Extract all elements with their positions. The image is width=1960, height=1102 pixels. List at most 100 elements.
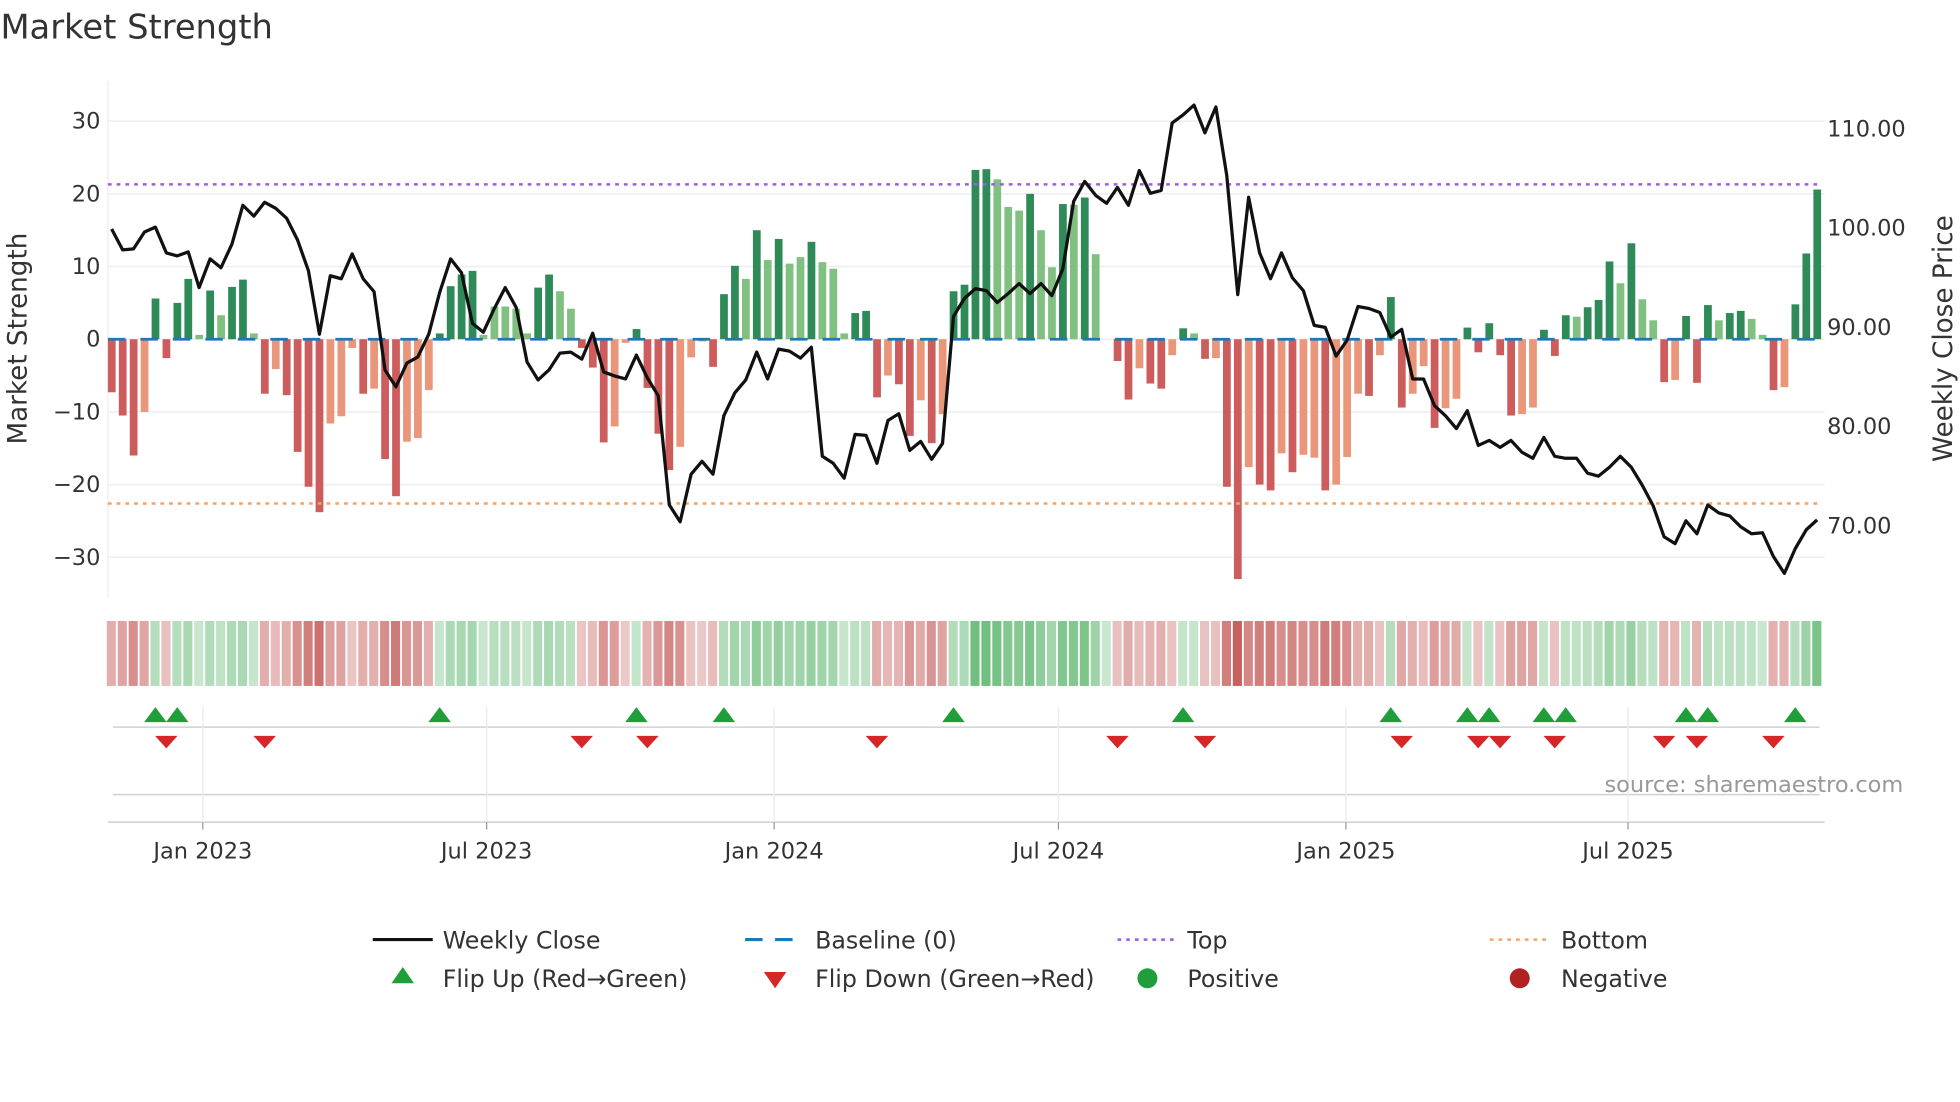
strength-bar [523, 333, 532, 340]
band-strip [1790, 620, 1800, 686]
strength-bar [501, 306, 510, 340]
band-strip [1659, 620, 1669, 686]
band-strip [259, 620, 269, 686]
strength-bar [1255, 339, 1264, 485]
flip-down-marker [1390, 735, 1413, 749]
strength-bar [1080, 197, 1089, 340]
band-strip [839, 620, 849, 686]
band-strip [1309, 620, 1319, 686]
band-strip [631, 620, 641, 686]
strength-bar [1310, 339, 1319, 458]
flip-up-marker [712, 707, 736, 723]
band-strip [1538, 620, 1549, 686]
y2-tick-label: 110.00 [1827, 116, 1906, 142]
legend: Weekly Close Baseline (0) Top Bottom Fli… [372, 926, 1667, 993]
strength-bar [818, 262, 827, 340]
flip-panel [107, 726, 1825, 823]
band-strip [1549, 620, 1559, 686]
band-strip [1134, 620, 1144, 686]
strength-bar [720, 294, 728, 340]
band-strip [172, 620, 182, 686]
strength-bar [873, 339, 881, 398]
legend-label: Positive [1187, 965, 1278, 993]
band-strip [664, 620, 674, 686]
strength-bar [1474, 339, 1483, 353]
flip-up-marker [625, 707, 648, 723]
strength-bar [1550, 339, 1559, 356]
strength-bar [217, 315, 225, 340]
band-strip [1385, 620, 1395, 686]
band-strip [784, 620, 794, 686]
band-strip [522, 620, 532, 686]
strength-bar [370, 339, 379, 389]
band-strip [1243, 620, 1253, 686]
strength-bar [118, 339, 127, 416]
strength-bar [927, 339, 936, 444]
strength-bar [676, 339, 685, 447]
band-strip [194, 620, 204, 686]
strength-bar [1693, 339, 1701, 383]
band-strip [959, 620, 969, 686]
strength-bar [162, 339, 171, 359]
legend-item-weekly-close: Weekly Close [372, 926, 601, 954]
band-strip [1604, 620, 1614, 686]
band-strip [970, 620, 980, 686]
circle-icon [1137, 968, 1158, 989]
strength-bar [315, 339, 324, 513]
y-tick-label: −20 [53, 472, 100, 498]
strength-bar [1463, 327, 1472, 340]
band-strip [653, 620, 663, 686]
strength-bar [1026, 193, 1034, 340]
x-tick-label: Jan 2024 [723, 838, 824, 864]
band-strip [434, 620, 444, 686]
strength-bar [1015, 210, 1024, 340]
strength-bar [687, 339, 696, 358]
band-strip [1691, 620, 1702, 686]
x-tick-label: Jul 2023 [439, 838, 532, 864]
strength-bar [785, 263, 794, 340]
band-strip [555, 620, 565, 686]
strength-bar [195, 334, 204, 340]
band-strip [740, 620, 750, 686]
flip-up-marker [1171, 707, 1195, 723]
band-strip [1528, 620, 1538, 686]
strength-bar [1616, 283, 1625, 340]
band-strip [478, 620, 488, 686]
strength-bar [1179, 328, 1188, 340]
band-strip [391, 620, 401, 686]
strength-bar [293, 339, 302, 452]
band-strip [1200, 620, 1210, 686]
band-strip [806, 620, 816, 686]
band-strip [1681, 620, 1691, 686]
band-strip [1702, 620, 1713, 686]
strength-bar [1583, 307, 1592, 340]
strength-bar [862, 310, 870, 340]
strength-bar [1201, 339, 1209, 359]
strength-bar [993, 179, 1002, 340]
strength-bar [1299, 339, 1308, 455]
band-strip [281, 620, 291, 686]
legend-label: Top [1186, 926, 1227, 954]
band-strip [1353, 620, 1363, 686]
band-strip [1724, 620, 1734, 686]
band-strip [1582, 620, 1592, 686]
band-strip [1342, 620, 1352, 686]
band-strip [1812, 620, 1822, 686]
band-strip [992, 620, 1002, 686]
band-strip [1014, 620, 1024, 686]
band-strip [642, 620, 652, 686]
strength-bar [228, 286, 236, 340]
band-strip [1112, 620, 1122, 686]
band-strip [1626, 620, 1636, 686]
band-strip [1429, 620, 1439, 686]
band-strip [1287, 620, 1297, 686]
band-strip [270, 620, 280, 686]
band-strip [467, 620, 477, 686]
band-strip [292, 620, 302, 686]
strength-bar [1266, 339, 1275, 491]
strength-bar [1365, 339, 1373, 396]
strength-bar [610, 339, 619, 427]
band-strip [1210, 620, 1221, 686]
band-strip [1462, 620, 1472, 686]
band-strip [675, 620, 685, 686]
